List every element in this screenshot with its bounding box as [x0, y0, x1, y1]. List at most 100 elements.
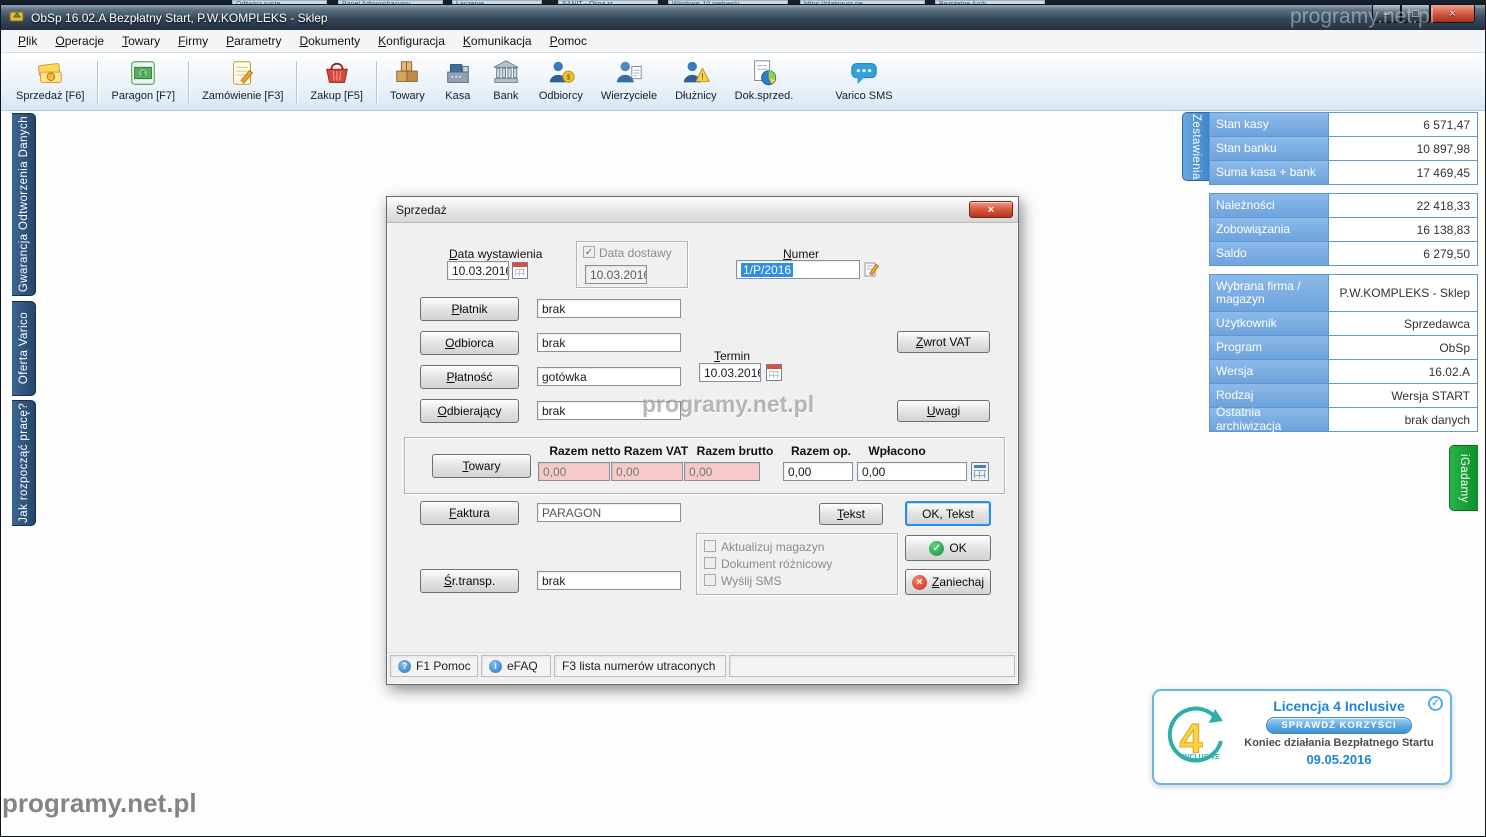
- toolbar-odbiorcy[interactable]: $ Odbiorcy: [530, 55, 592, 110]
- odbierajacy-field[interactable]: brak: [537, 401, 681, 420]
- stat-label: Użytkownik: [1209, 311, 1329, 336]
- stat-value: brak danych: [1329, 407, 1478, 432]
- ok-tekst-button[interactable]: OK, Tekst: [905, 501, 991, 526]
- uwagi-button[interactable]: Uwagi: [897, 400, 990, 422]
- f3-lista-label: F3 lista numerów utraconych: [562, 659, 715, 673]
- help-icon: [398, 660, 411, 673]
- toolbar-varico-sms[interactable]: Varico SMS: [826, 55, 901, 110]
- igadamy-tab-label: iGadamy: [1458, 454, 1470, 503]
- order-notepad-icon: [228, 58, 258, 88]
- toolbar-label: Towary: [390, 90, 425, 102]
- toolbar-kasa[interactable]: Kasa: [434, 55, 482, 110]
- tekst-button[interactable]: Tekst: [819, 503, 883, 525]
- sales-doc-icon: [749, 58, 779, 88]
- platnik-button[interactable]: Płatnik: [420, 297, 519, 321]
- toolbar-label: Dok.sprzed.: [735, 90, 794, 102]
- dialog-title-bar: Sprzedaż ×: [387, 197, 1018, 223]
- ok-button[interactable]: OK: [905, 535, 991, 561]
- license-content: Licencja 4 Inclusive SPRAWDŹ KORZYŚCI Ko…: [1236, 696, 1442, 778]
- numer-input[interactable]: 1/P/2016: [736, 260, 860, 279]
- f1-pomoc-label: F1 Pomoc: [416, 659, 471, 673]
- menu-plik[interactable]: Plik: [9, 31, 46, 51]
- razem-netto-header: Razem netto: [545, 444, 625, 458]
- menu-towary[interactable]: Towary: [113, 31, 169, 51]
- stat-row-zobowiazania: Zobowiązania 16 138,83: [1209, 217, 1478, 242]
- left-tab-gwarancja[interactable]: Gwarancja Odtworzenia Danych: [12, 113, 36, 296]
- platnik-field[interactable]: brak: [537, 299, 681, 318]
- aktualizuj-magazyn-checkbox: [704, 540, 716, 552]
- stat-row-archiwizacja: Ostatnia archiwizacja brak danych: [1209, 407, 1478, 432]
- sprawdz-korzysci-button[interactable]: SPRAWDŹ KORZYŚCI: [1266, 717, 1411, 734]
- maximize-button[interactable]: □: [1401, 5, 1430, 23]
- numer-label: Numer: [783, 247, 819, 261]
- toolbar-dluznicy[interactable]: ! Dłużnicy: [666, 55, 726, 110]
- toolbar-zamowienie[interactable]: Zamówienie [F3]: [193, 55, 292, 110]
- faktura-button[interactable]: Faktura: [420, 501, 519, 525]
- toolbar-dok-sprzed[interactable]: Dok.sprzed.: [726, 55, 803, 110]
- toolbar-zakup[interactable]: Zakup [F5]: [301, 55, 372, 110]
- menu-firmy[interactable]: Firmy: [169, 31, 217, 51]
- f1-pomoc-cell[interactable]: F1 Pomoc: [390, 655, 478, 677]
- data-dostawy-label: Data dostawy: [599, 246, 672, 260]
- stat-row-rodzaj: Rodzaj Wersja START: [1209, 383, 1478, 408]
- wplacono-field[interactable]: 0,00: [857, 462, 967, 481]
- menu-parametry[interactable]: Parametry: [217, 31, 290, 51]
- left-tab-oferta-varico[interactable]: Oferta Varico: [12, 301, 36, 396]
- statusbar-empty-cell: [729, 655, 1015, 677]
- towary-button[interactable]: Towary: [432, 454, 531, 478]
- ok-check-icon: [929, 541, 944, 556]
- igadamy-tab[interactable]: iGadamy: [1449, 445, 1478, 511]
- title-bar: ObSp 16.02.A Bezpłatny Start, P.W.KOMPLE…: [1, 5, 1485, 30]
- toolbar-sprzedaz[interactable]: Sprzedaż [F6]: [7, 55, 93, 110]
- odbiorca-field[interactable]: brak: [537, 333, 681, 352]
- stats-gap: [1209, 266, 1478, 274]
- minimize-button[interactable]: –: [1372, 5, 1401, 23]
- sr-transp-button[interactable]: Śr.transp.: [420, 569, 519, 593]
- calculator-icon[interactable]: [971, 462, 989, 481]
- close-button[interactable]: ×: [1430, 5, 1475, 23]
- desktop: Odtwórz syste... Panel Administracyjny Ł…: [0, 0, 1486, 837]
- menu-pomoc[interactable]: Pomoc: [541, 31, 596, 51]
- stat-label: Stan kasy: [1209, 112, 1329, 137]
- numer-edit-icon[interactable]: [864, 261, 880, 280]
- menu-komunikacja[interactable]: Komunikacja: [454, 31, 541, 51]
- toolbar-towary[interactable]: Towary: [381, 55, 434, 110]
- odbiorca-button[interactable]: Odbiorca: [420, 331, 519, 355]
- efaq-cell[interactable]: eFAQ: [481, 655, 551, 677]
- odbierajacy-button[interactable]: Odbierający: [420, 399, 519, 423]
- license-title: Licencja 4 Inclusive: [1273, 698, 1405, 714]
- menu-konfiguracja[interactable]: Konfiguracja: [369, 31, 454, 51]
- toolbar-wierzyciele[interactable]: Wierzyciele: [592, 55, 666, 110]
- data-wystawienia-field[interactable]: 10.03.2016: [447, 261, 509, 280]
- stat-value: 16.02.A: [1329, 359, 1478, 384]
- toolbar-paragon[interactable]: $ Paragon [F7]: [102, 55, 184, 110]
- faktura-field[interactable]: PARAGON: [537, 503, 681, 522]
- options-panel: Aktualizuj magazyn Dokument różnicowy Wy…: [696, 533, 898, 595]
- calendar-icon[interactable]: [512, 262, 528, 279]
- stat-value: 22 418,33: [1329, 193, 1478, 218]
- menu-dokumenty[interactable]: Dokumenty: [290, 31, 369, 51]
- menu-operacje[interactable]: Operacje: [46, 31, 113, 51]
- zaniechaj-button[interactable]: Zaniechaj: [905, 569, 991, 595]
- razem-op-field[interactable]: 0,00: [783, 462, 853, 481]
- toolbar-label: Zamówienie [F3]: [202, 90, 283, 102]
- calendar-icon[interactable]: [766, 364, 782, 381]
- stat-value: 10 897,98: [1329, 136, 1478, 161]
- stat-label: Stan banku: [1209, 136, 1329, 161]
- platnosc-field[interactable]: gotówka: [537, 367, 681, 386]
- termin-field[interactable]: 10.03.2016: [699, 363, 761, 382]
- stat-label: Rodzaj: [1209, 383, 1329, 408]
- inclusive-logo: 4 INCLUSIVE: [1158, 696, 1236, 778]
- license-end-text: Koniec działania Bezpłatnego Startu: [1244, 737, 1433, 749]
- dialog-close-button[interactable]: ×: [969, 201, 1013, 218]
- stat-value: 6 571,47: [1329, 112, 1478, 137]
- sr-transp-field[interactable]: brak: [537, 571, 681, 590]
- platnosc-button[interactable]: Płatność: [420, 365, 519, 389]
- zwrot-vat-button[interactable]: Zwrot VAT: [897, 331, 990, 353]
- left-tab-jak-rozpoczac[interactable]: Jak rozpocząć pracę?: [12, 400, 36, 526]
- stat-row-wersja: Wersja 16.02.A: [1209, 359, 1478, 384]
- toolbar-bank[interactable]: Bank: [482, 55, 530, 110]
- zestawienia-tab[interactable]: Zestawienia: [1182, 112, 1209, 181]
- f3-lista-cell[interactable]: F3 lista numerów utraconych: [554, 655, 726, 677]
- stat-label: Ostatnia archiwizacja: [1209, 407, 1329, 432]
